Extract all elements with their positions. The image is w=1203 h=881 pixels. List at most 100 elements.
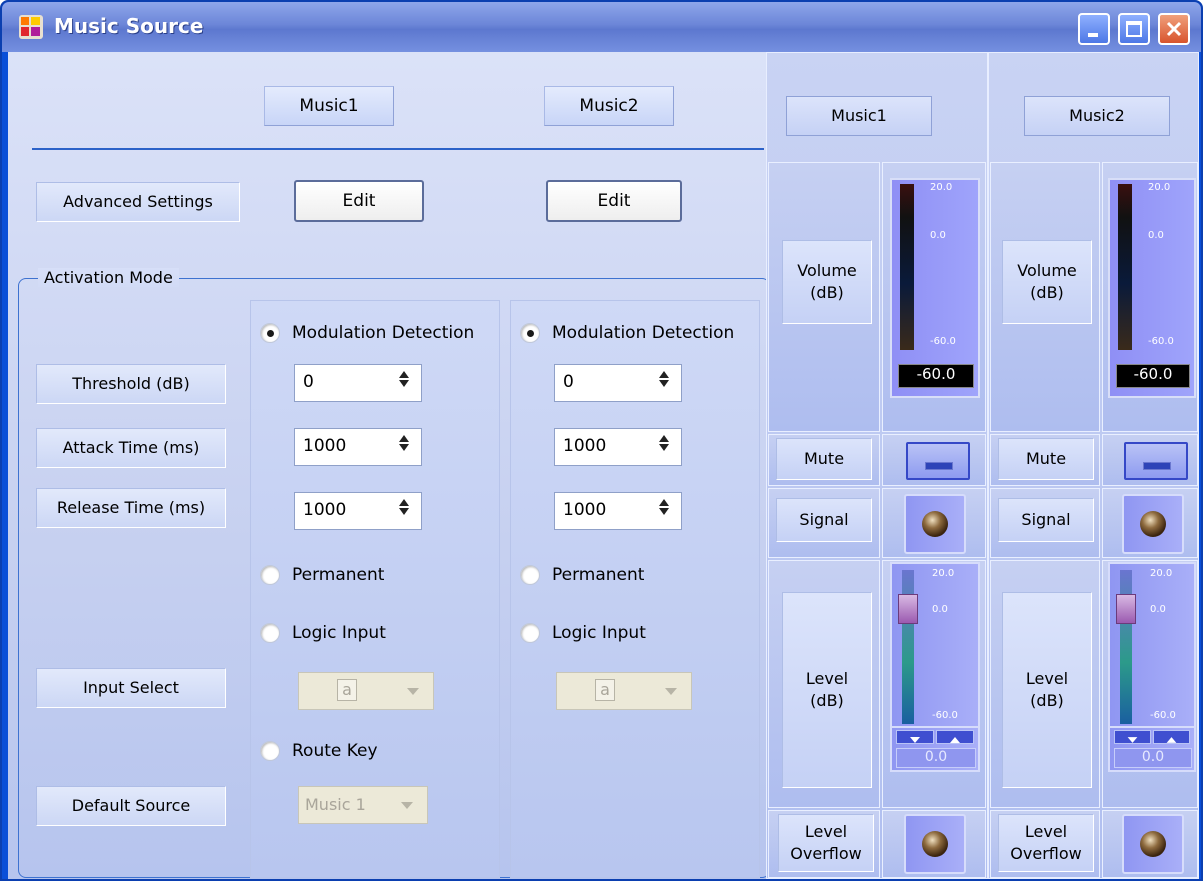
fader-controls-music2: 0.0 (1108, 728, 1196, 772)
level-fader-music1[interactable]: 20.0 0.0 -60.0 (890, 562, 980, 728)
music-source-window: Music Source Music1 Music2 Advanced Sett… (0, 0, 1203, 881)
fader-scale-top: 20.0 (932, 568, 955, 579)
input-select-combo-music2[interactable]: a (556, 672, 692, 710)
volume-meter-music1: 20.0 0.0 -60.0 -60.0 (890, 178, 980, 398)
radio-button[interactable] (520, 623, 540, 643)
radio-button[interactable] (260, 741, 280, 761)
overflow-label-music1: Level Overflow (778, 814, 874, 872)
spinner-value: 0 (303, 372, 314, 392)
volume-meter-music2: 20.0 0.0 -60.0 -60.0 (1108, 178, 1196, 398)
fader-readout-music1: 0.0 (896, 748, 976, 768)
fader-knob[interactable] (1116, 594, 1136, 624)
radio-button[interactable] (260, 323, 280, 343)
radio-button[interactable] (520, 565, 540, 585)
fader-down-button[interactable] (896, 730, 934, 744)
option-label: Permanent (552, 565, 645, 585)
fader-knob[interactable] (898, 594, 918, 624)
overflow-label-music2: Level Overflow (998, 814, 1094, 872)
title-bar[interactable]: Music Source (2, 2, 1201, 52)
volume-readout-music1: -60.0 (898, 364, 974, 388)
overflow-led-music1 (904, 814, 966, 874)
release-time-label: Release Time (ms) (36, 488, 226, 528)
spinner-value: 1000 (303, 500, 347, 520)
attack-spinner-music1[interactable]: 1000 (294, 428, 422, 466)
maximize-button[interactable] (1118, 13, 1150, 45)
release-spinner-music1[interactable]: 1000 (294, 492, 422, 530)
spinner-arrows[interactable] (391, 369, 417, 397)
led-icon (922, 831, 948, 857)
chevron-down-icon (407, 688, 419, 695)
chevron-down-icon (401, 802, 413, 809)
chevron-down-icon (910, 737, 920, 743)
window-title: Music Source (54, 14, 204, 38)
app-icon (19, 15, 43, 39)
modulation-detection-option-music2[interactable]: Modulation Detection (520, 318, 734, 348)
led-icon (1140, 511, 1166, 537)
minimize-button[interactable] (1078, 13, 1110, 45)
meter-scale-top: 20.0 (1148, 182, 1171, 193)
attack-spinner-music2[interactable]: 1000 (554, 428, 682, 466)
combo-value: a (595, 679, 615, 701)
route-key-option-music1[interactable]: Route Key (260, 736, 378, 766)
client-area: Music1 Music2 Advanced Settings Edit Edi… (8, 52, 1199, 879)
threshold-spinner-music1[interactable]: 0 (294, 364, 422, 402)
fader-scale-mid: 0.0 (932, 604, 948, 615)
modulation-detection-option-music1[interactable]: Modulation Detection (260, 318, 474, 348)
signal-led-music2 (1122, 494, 1184, 554)
led-icon (922, 511, 948, 537)
level-label-music2: Level (dB) (1002, 592, 1092, 788)
input-select-label: Input Select (36, 668, 226, 708)
option-label: Logic Input (292, 623, 386, 643)
volume-readout-music2: -60.0 (1116, 364, 1190, 388)
attack-time-label: Attack Time (ms) (36, 428, 226, 468)
mixer-header-music2[interactable]: Music2 (1024, 96, 1170, 136)
option-label: Route Key (292, 741, 378, 761)
chevron-up-icon (1166, 737, 1177, 743)
release-spinner-music2[interactable]: 1000 (554, 492, 682, 530)
spinner-arrows[interactable] (651, 497, 677, 525)
threshold-spinner-music2[interactable]: 0 (554, 364, 682, 402)
default-source-combo-music1[interactable]: Music 1 (298, 786, 428, 824)
mute-label-music2: Mute (998, 438, 1094, 480)
combo-value: Music 1 (305, 795, 366, 814)
fader-up-button[interactable] (936, 730, 974, 744)
meter-scale-mid: 0.0 (1148, 230, 1164, 241)
permanent-option-music1[interactable]: Permanent (260, 560, 384, 590)
fader-scale-bottom: -60.0 (932, 710, 958, 721)
column-header-music2[interactable]: Music2 (544, 86, 674, 126)
minimize-icon (1088, 33, 1098, 37)
volume-label-music2: Volume (dB) (1002, 240, 1092, 324)
fader-scale-mid: 0.0 (1150, 604, 1166, 615)
settings-panel: Music1 Music2 Advanced Settings Edit Edi… (8, 52, 770, 879)
radio-button[interactable] (520, 323, 540, 343)
close-icon (1166, 21, 1182, 37)
edit-button-music1[interactable]: Edit (294, 180, 424, 222)
mixer-header-music1[interactable]: Music1 (786, 96, 932, 136)
radio-button[interactable] (260, 565, 280, 585)
level-fader-music2[interactable]: 20.0 0.0 -60.0 (1108, 562, 1196, 728)
input-select-combo-music1[interactable]: a (298, 672, 434, 710)
spinner-arrows[interactable] (651, 369, 677, 397)
header-separator (32, 148, 764, 150)
option-label: Logic Input (552, 623, 646, 643)
mute-button-music1[interactable] (906, 442, 970, 480)
activation-mode-label: Activation Mode (38, 268, 179, 287)
spinner-arrows[interactable] (391, 433, 417, 461)
spinner-arrows[interactable] (651, 433, 677, 461)
spinner-arrows[interactable] (391, 497, 417, 525)
advanced-settings-label: Advanced Settings (36, 182, 240, 222)
logic-input-option-music2[interactable]: Logic Input (520, 618, 646, 648)
fader-readout-music2: 0.0 (1114, 748, 1192, 768)
permanent-option-music2[interactable]: Permanent (520, 560, 644, 590)
column-header-music1[interactable]: Music1 (264, 86, 394, 126)
logic-input-option-music1[interactable]: Logic Input (260, 618, 386, 648)
volume-label-music1: Volume (dB) (782, 240, 872, 324)
fader-down-button[interactable] (1114, 730, 1151, 744)
mute-button-music2[interactable] (1124, 442, 1188, 480)
spinner-value: 1000 (303, 436, 347, 456)
radio-button[interactable] (260, 623, 280, 643)
edit-button-music2[interactable]: Edit (546, 180, 682, 222)
close-button[interactable] (1158, 13, 1190, 45)
spinner-value: 1000 (563, 500, 607, 520)
fader-up-button[interactable] (1153, 730, 1190, 744)
